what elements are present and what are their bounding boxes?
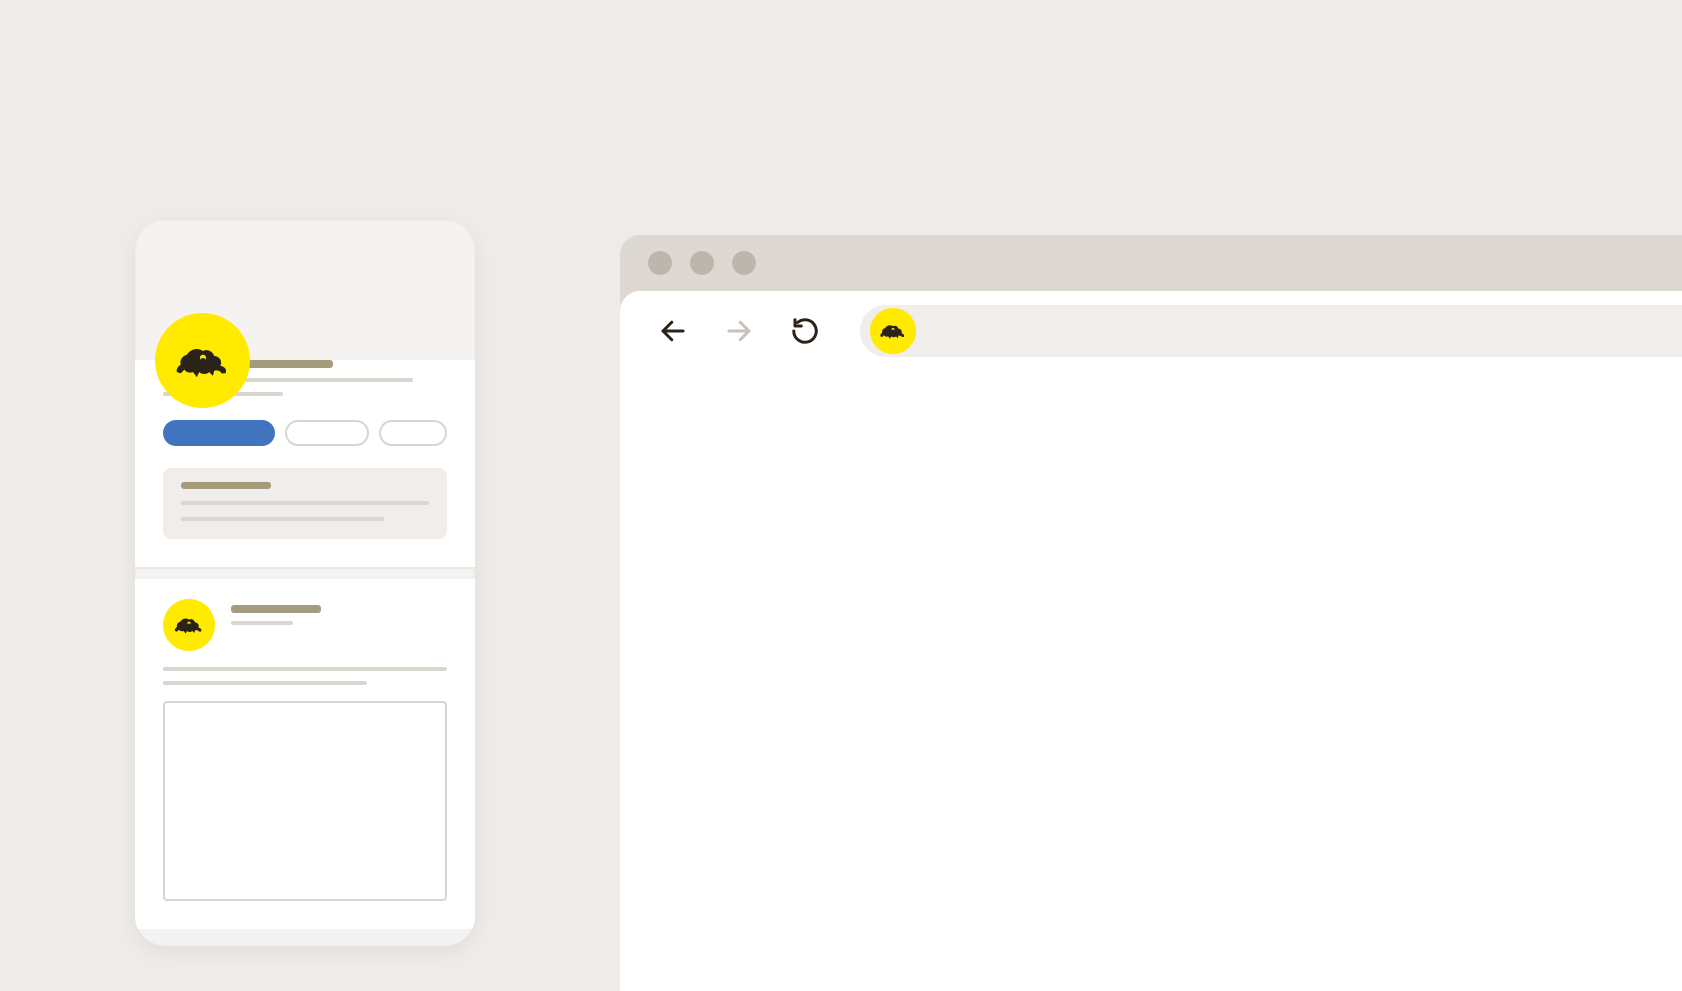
post-content-line <box>163 667 447 671</box>
window-close-button[interactable] <box>648 251 672 275</box>
bio-line <box>181 501 429 505</box>
browser-viewport <box>620 375 1682 975</box>
post-meta-placeholder <box>231 621 293 625</box>
back-button[interactable] <box>656 314 690 348</box>
browser-toolbar <box>620 305 1682 357</box>
reload-button[interactable] <box>788 314 822 348</box>
post-avatar[interactable] <box>163 599 215 651</box>
secondary-action-button[interactable] <box>285 420 369 446</box>
phone-mockup <box>135 220 475 946</box>
window-minimize-button[interactable] <box>690 251 714 275</box>
profile-avatar[interactable] <box>155 313 250 408</box>
window-titlebar <box>620 235 1682 291</box>
lion-icon <box>172 342 234 380</box>
post-header <box>163 599 447 651</box>
bio-title-placeholder <box>181 482 271 489</box>
feed-post <box>135 579 475 929</box>
url-bar[interactable] <box>860 305 1682 357</box>
tertiary-action-button[interactable] <box>379 420 447 446</box>
reload-icon <box>790 316 820 346</box>
browser-chrome <box>620 291 1682 991</box>
post-content-line <box>163 681 367 685</box>
bio-line <box>181 517 384 521</box>
bio-card <box>163 468 447 539</box>
post-author-placeholder <box>231 605 321 613</box>
profile-actions <box>163 420 447 446</box>
arrow-right-icon <box>724 316 754 346</box>
primary-action-button[interactable] <box>163 420 275 446</box>
lion-icon <box>172 615 206 635</box>
post-image-placeholder <box>163 701 447 901</box>
profile-header <box>135 360 475 569</box>
forward-button[interactable] <box>722 314 756 348</box>
site-favicon <box>870 308 916 354</box>
browser-mockup <box>620 235 1682 991</box>
lion-icon <box>878 322 908 340</box>
window-maximize-button[interactable] <box>732 251 756 275</box>
arrow-left-icon <box>658 316 688 346</box>
